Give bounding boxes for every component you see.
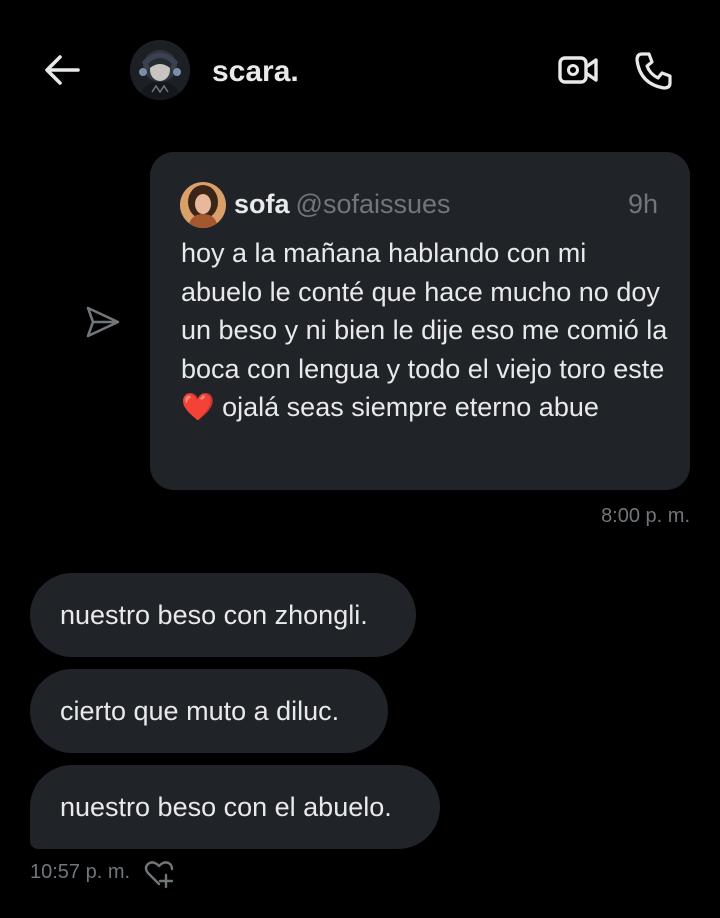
phone-icon xyxy=(635,52,672,90)
tweet-author-name[interactable]: sofa xyxy=(234,189,290,219)
tweet-text: hoy a la mañana hablando con mi abuelo l… xyxy=(181,234,671,427)
video-call-button[interactable] xyxy=(556,50,600,90)
received-timestamp: 10:57 p. m. xyxy=(30,861,131,883)
tweet-time: 9h xyxy=(627,189,658,219)
send-icon xyxy=(86,306,120,338)
share-button[interactable] xyxy=(82,302,122,342)
profile-picture xyxy=(130,40,190,100)
video-camera-icon xyxy=(558,56,598,84)
add-reaction-button[interactable] xyxy=(142,856,176,890)
chat-name[interactable]: scara. xyxy=(212,54,299,90)
back-button[interactable] xyxy=(40,50,84,90)
tweet-text-part-2: ojalá seas siempre eterno abue xyxy=(214,392,599,422)
avatar[interactable] xyxy=(130,40,190,100)
heart-emoji: ❤️ xyxy=(181,392,215,422)
tweet-author-avatar[interactable] xyxy=(180,182,226,228)
tweet-text-part-1: hoy a la mañana hablando con mi abuelo l… xyxy=(181,238,668,384)
shared-tweet-card[interactable]: sofa @sofaissues 9h hoy a la mañana habla… xyxy=(150,152,690,490)
message-bubble[interactable]: nuestro beso con zhongli. xyxy=(30,573,416,657)
arrow-left-icon xyxy=(45,55,80,85)
message-bubble[interactable]: cierto que muto a diluc. xyxy=(30,669,388,753)
message-bubble[interactable]: nuestro beso con el abuelo. xyxy=(30,765,440,849)
author-profile-picture xyxy=(180,182,226,228)
sent-timestamp: 8:00 p. m. xyxy=(601,505,690,527)
voice-call-button[interactable] xyxy=(632,48,676,92)
tweet-author-handle[interactable]: @sofaissues xyxy=(296,189,451,219)
tweet-author-line: sofa @sofaissues xyxy=(234,188,451,220)
heart-plus-icon xyxy=(144,861,174,889)
conversation-header: scara. xyxy=(0,0,720,140)
